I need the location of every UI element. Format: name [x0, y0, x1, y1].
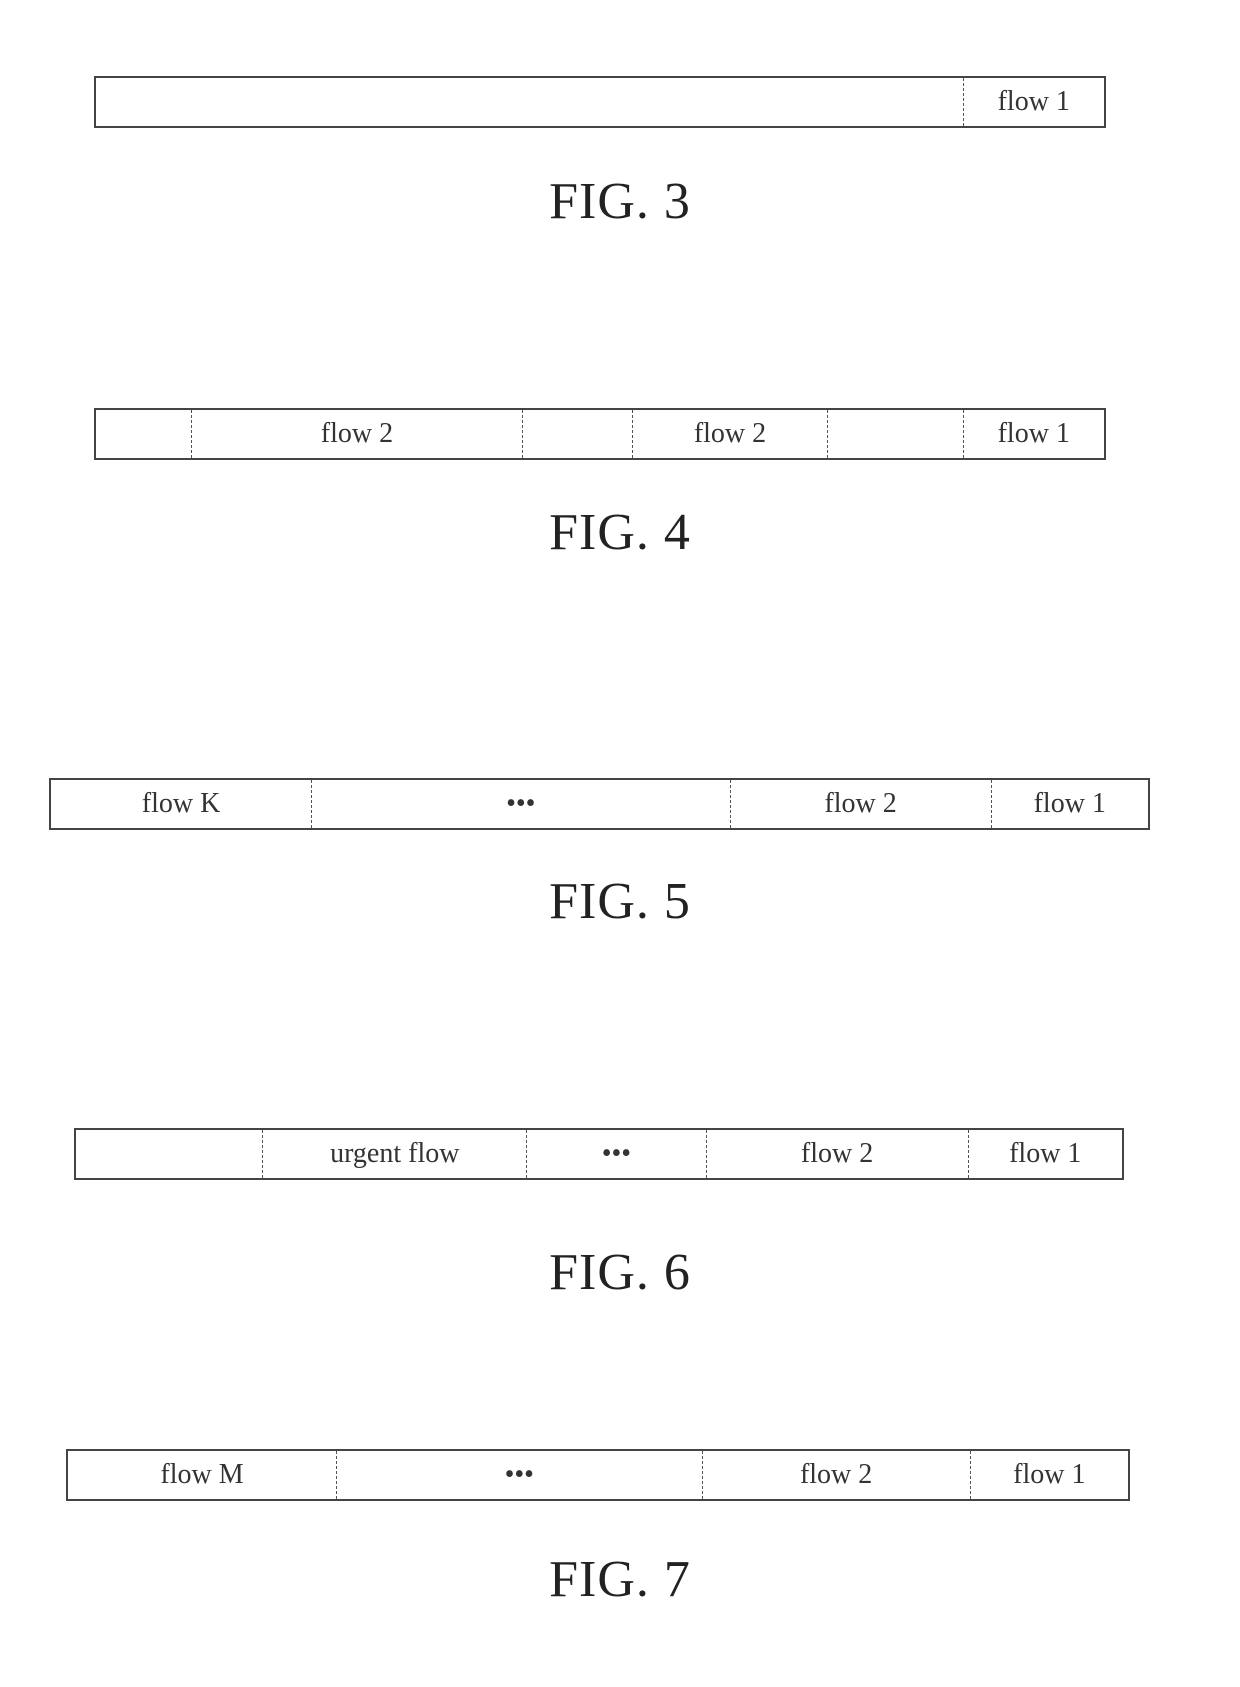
- fig6-cell-empty: [76, 1130, 264, 1178]
- fig6-cell-ellipsis: •••: [527, 1130, 707, 1178]
- fig7-cell-flow-1: flow 1: [1013, 1459, 1086, 1490]
- fig4-caption: FIG. 4: [549, 504, 691, 561]
- fig7-cell-flow-2: flow 2: [703, 1451, 971, 1499]
- fig7-cell-flow-m: flow M: [68, 1451, 337, 1499]
- fig7-cell-ellipsis: •••: [337, 1451, 703, 1499]
- fig3-cell-empty: [96, 78, 964, 126]
- fig5-cell-flow-1: flow 1: [1033, 788, 1106, 819]
- fig4-cell-empty-3: [828, 410, 964, 458]
- fig4-flow-bar: flow 2 flow 2 flow 1: [94, 408, 1106, 460]
- fig5-cell-flow-k: flow K: [51, 780, 313, 828]
- fig5-cell-ellipsis: •••: [312, 780, 731, 828]
- fig3-caption: FIG. 3: [549, 173, 691, 230]
- fig4-cell-empty-2: [523, 410, 633, 458]
- fig6-flow-bar: urgent flow ••• flow 2 flow 1: [74, 1128, 1124, 1180]
- fig7-flow-bar: flow M ••• flow 2 flow 1: [66, 1449, 1130, 1501]
- fig4-cell-flow-2b: flow 2: [633, 410, 829, 458]
- fig6-caption: FIG. 6: [549, 1244, 691, 1301]
- fig6-cell-flow-1: flow 1: [1009, 1138, 1082, 1169]
- fig3-flow-bar: flow 1: [94, 76, 1106, 128]
- fig3-cell-flow-1: flow 1: [997, 86, 1070, 117]
- fig5-caption: FIG. 5: [549, 873, 691, 930]
- fig4-cell-flow-1: flow 1: [997, 418, 1070, 449]
- fig7-caption: FIG. 7: [549, 1551, 691, 1608]
- fig4-cell-flow-2a: flow 2: [192, 410, 524, 458]
- fig6-cell-urgent-flow: urgent flow: [263, 1130, 528, 1178]
- fig4-cell-empty-1: [96, 410, 192, 458]
- fig5-flow-bar: flow K ••• flow 2 flow 1: [49, 778, 1150, 830]
- fig5-cell-flow-2: flow 2: [731, 780, 992, 828]
- fig6-cell-flow-2: flow 2: [707, 1130, 969, 1178]
